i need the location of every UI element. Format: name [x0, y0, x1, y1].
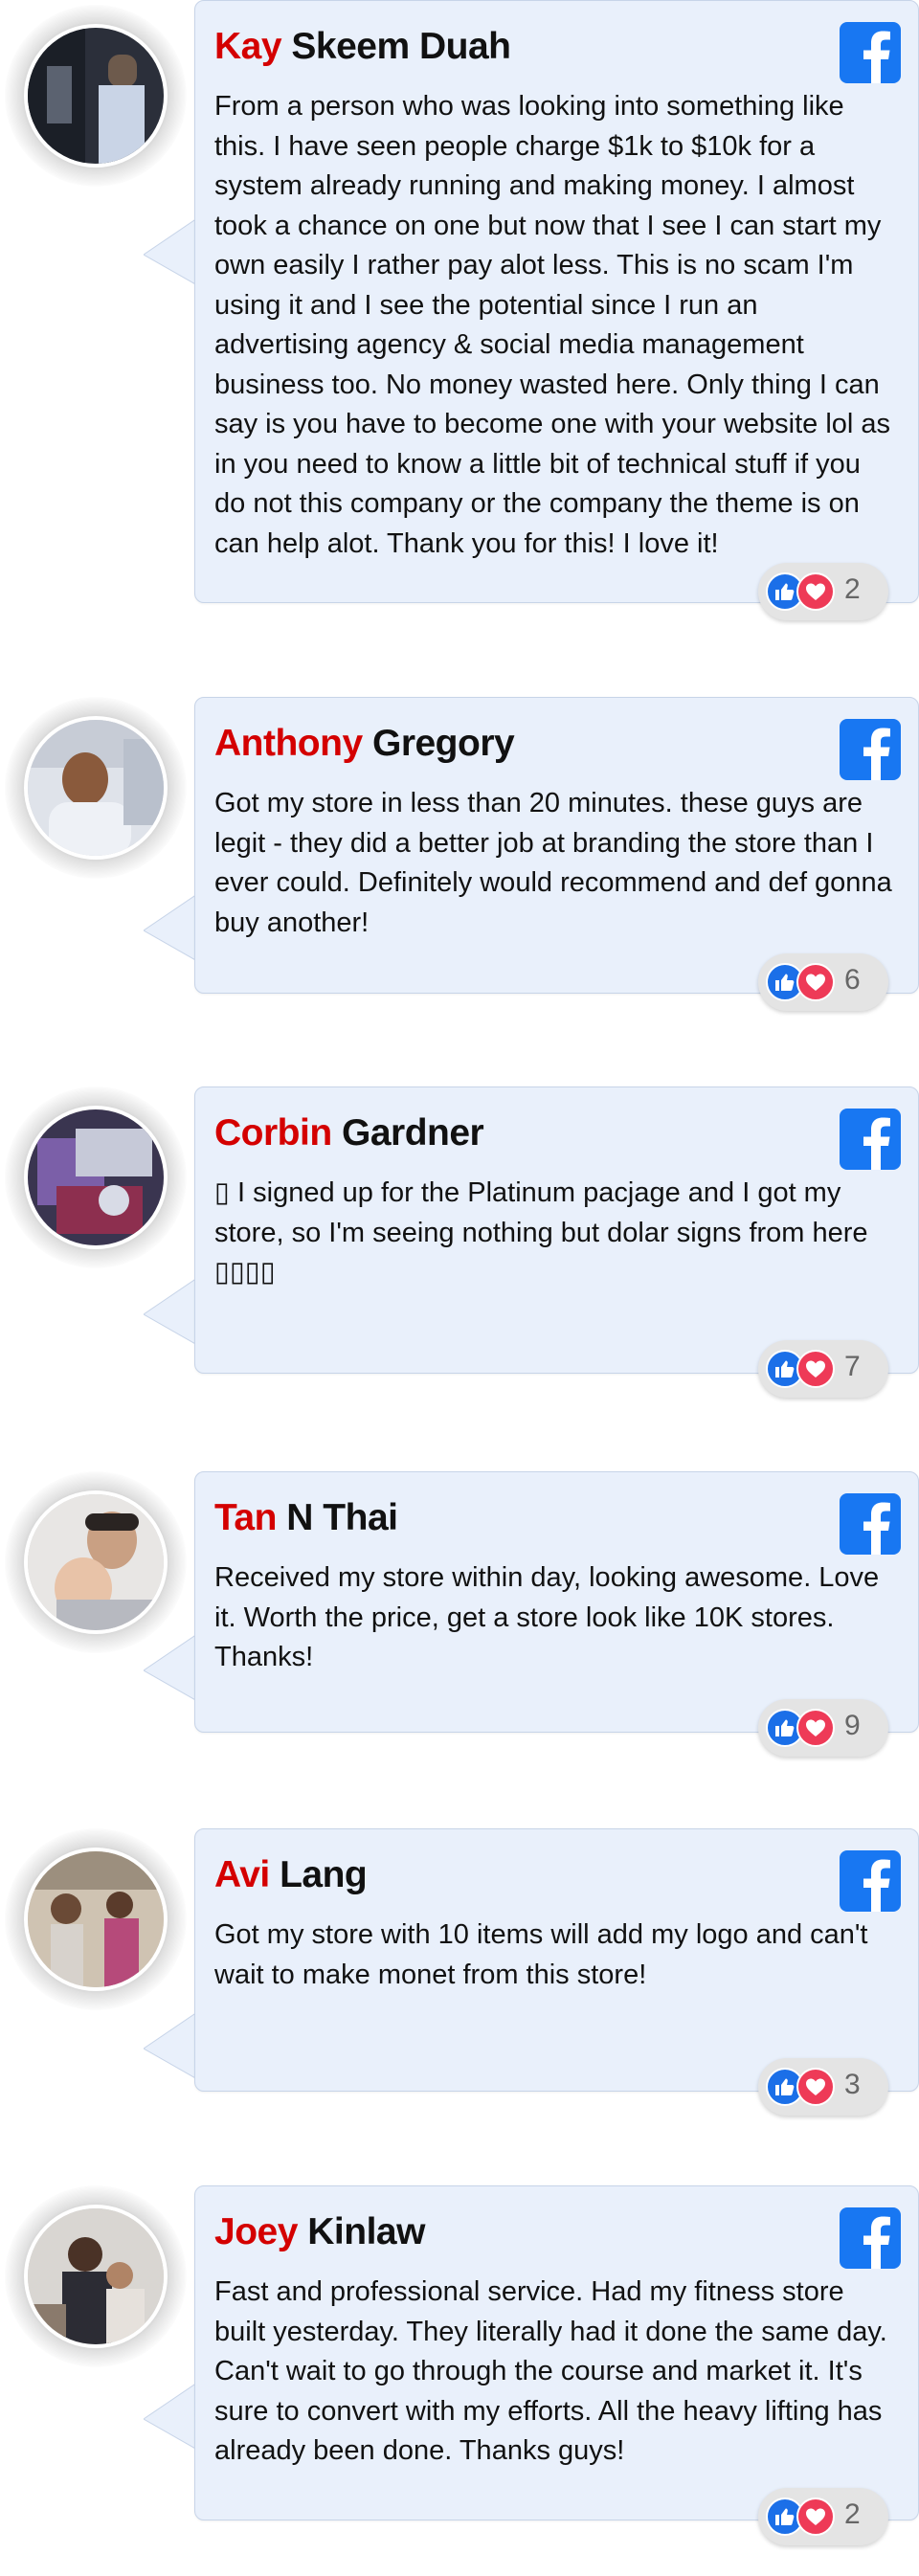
avatar-shadow: [5, 1086, 187, 1268]
heart-icon: [796, 1350, 835, 1388]
reaction-count: 7: [844, 1351, 861, 1382]
bubble-tail: [144, 1634, 197, 1701]
avatar-shadow: [5, 2185, 187, 2367]
reactions-badge[interactable]: 2: [758, 563, 888, 620]
reviewer-first-name: Anthony: [214, 723, 363, 764]
bubble-tail: [144, 1278, 197, 1345]
facebook-icon[interactable]: [840, 719, 901, 780]
reactions-badge[interactable]: 7: [758, 1340, 888, 1398]
reaction-count: 2: [844, 573, 861, 605]
review-bubble: Tan N Thai Received my store within day,…: [194, 1471, 919, 1733]
heart-icon: [796, 963, 835, 1001]
bubble-tail: [144, 2383, 197, 2450]
reactions-badge[interactable]: 2: [758, 2488, 888, 2545]
reaction-count: 3: [844, 2069, 861, 2100]
reviewer-name: Corbin Gardner: [214, 1112, 484, 1154]
heart-icon: [796, 2068, 835, 2106]
review-text: Got my store with 10 items will add my l…: [214, 1919, 868, 1990]
bubble-tail: [144, 894, 197, 961]
reviewer-name: Joey Kinlaw: [214, 2211, 425, 2253]
reviewer-last-name: Kinlaw: [307, 2211, 425, 2252]
reactions-badge[interactable]: 9: [758, 1699, 888, 1757]
review-bubble: Kay Skeem Duah From a person who was loo…: [194, 0, 919, 603]
review-text: From a person who was looking into somet…: [214, 91, 891, 559]
avatar: [24, 1848, 168, 1991]
reviewer-first-name: Kay: [214, 26, 282, 67]
reviewer-first-name: Avi: [214, 1854, 270, 1895]
bubble-tail: [144, 2012, 197, 2079]
reviewer-name: Anthony Gregory: [214, 723, 515, 765]
bubble-tail: [144, 218, 197, 285]
avatar: [24, 1106, 168, 1249]
avatar-shadow: [5, 5, 187, 187]
avatar: [24, 24, 168, 168]
reviewer-last-name: Gregory: [371, 723, 515, 764]
reviewer-last-name: Lang: [280, 1854, 368, 1895]
facebook-icon[interactable]: [840, 1109, 901, 1170]
review-bubble: Corbin Gardner ▯ I signed up for the Pla…: [194, 1086, 919, 1374]
reaction-count: 6: [844, 964, 861, 996]
reactions-badge[interactable]: 3: [758, 2058, 888, 2116]
avatar-shadow: [5, 1828, 187, 2010]
heart-icon: [796, 1709, 835, 1747]
avatar: [24, 716, 168, 860]
heart-icon: [796, 572, 835, 611]
review-text: Got my store in less than 20 minutes. th…: [214, 788, 892, 938]
reactions-badge[interactable]: 6: [758, 953, 888, 1011]
reviewer-name: Kay Skeem Duah: [214, 26, 511, 68]
reviewer-last-name: Skeem Duah: [291, 26, 511, 67]
reviewer-last-name: Gardner: [342, 1112, 484, 1154]
review-bubble: Avi Lang Got my store with 10 items will…: [194, 1828, 919, 2092]
facebook-icon[interactable]: [840, 1850, 901, 1912]
avatar: [24, 1490, 168, 1634]
reaction-count: 2: [844, 2498, 861, 2530]
facebook-icon[interactable]: [840, 1493, 901, 1555]
reaction-count: 9: [844, 1710, 861, 1741]
avatar-shadow: [5, 1471, 187, 1653]
reviewer-first-name: Corbin: [214, 1112, 332, 1154]
reviewer-name: Avi Lang: [214, 1854, 368, 1896]
review-bubble: Joey Kinlaw Fast and professional servic…: [194, 2185, 919, 2520]
review-bubble: Anthony Gregory Got my store in less tha…: [194, 697, 919, 994]
review-text: Fast and professional service. Had my fi…: [214, 2276, 887, 2466]
facebook-icon[interactable]: [840, 22, 901, 83]
avatar-shadow: [5, 697, 187, 879]
review-text: Received my store within day, looking aw…: [214, 1562, 880, 1672]
heart-icon: [796, 2498, 835, 2536]
avatar: [24, 2205, 168, 2348]
reviewer-name: Tan N Thai: [214, 1497, 398, 1539]
reviewer-first-name: Joey: [214, 2211, 298, 2252]
review-text: ▯ I signed up for the Platinum pacjage a…: [214, 1177, 868, 1288]
facebook-icon[interactable]: [840, 2207, 901, 2269]
reviewer-first-name: Tan: [214, 1497, 277, 1538]
reviewer-last-name: N Thai: [286, 1497, 398, 1538]
